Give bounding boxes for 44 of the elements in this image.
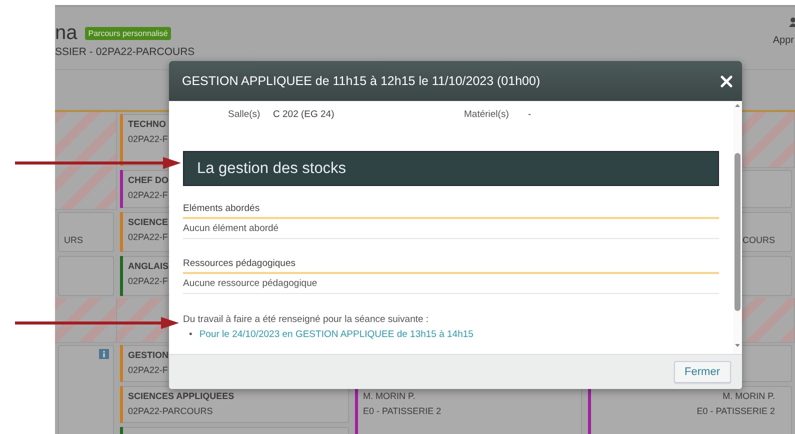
section-title: Eléments abordés — [183, 203, 719, 219]
section-value: Aucune ressource pédagogique — [183, 274, 719, 294]
person-icon[interactable] — [789, 17, 795, 27]
equipment-value: - — [528, 108, 532, 120]
section-value: Aucun élément abordé — [183, 219, 719, 239]
lesson-detail: 02PA22-F — [128, 134, 168, 144]
lesson-subject: ANGLAIS — [128, 261, 168, 271]
lesson-subject: TECHNO — [128, 119, 166, 129]
appreciation-label[interactable]: Appr — [772, 35, 794, 46]
dialog-title: GESTION APPLIQUEE de 11h15 à 12h15 le 11/10/2023 (01h00) — [182, 74, 540, 88]
student-name: na — [55, 22, 78, 44]
lesson-card[interactable]: M. MORIN P. E0 - PATISSERIE 2 — [355, 386, 582, 434]
lesson-subject: CHEF DO — [128, 175, 168, 185]
close-icon[interactable] — [720, 74, 733, 88]
lesson-detail: E0 - PATISSERIE 2 — [696, 406, 775, 416]
lesson-card[interactable]: URS — [58, 212, 114, 252]
class-label: SSIER - 02PA22-PARCOURS — [55, 46, 195, 58]
lesson-detail: COURS — [742, 235, 775, 245]
lesson-detail: E0 - PATISSERIE 2 — [363, 406, 442, 416]
lesson-card[interactable]: M. MORIN P. E0 - PATISSERIE 2 — [588, 386, 792, 434]
lesson-detail: M. MORIN P. — [722, 391, 775, 401]
section-title: Ressources pédagogiques — [183, 258, 719, 274]
equipment-label: Matériel(s) — [464, 108, 510, 120]
lesson-detail: 02PA22-PARCOURS — [128, 406, 213, 416]
lesson-detail: 02PA22-F — [128, 190, 168, 200]
homework-link[interactable]: Pour le 24/10/2023 en GESTION APPLIQUEE de 13h15 à 14h15 — [199, 329, 474, 340]
lesson-detail: 02PA22-F — [128, 232, 168, 242]
lesson-subject: SCIENCE — [128, 217, 168, 227]
lesson-detail: URS — [64, 235, 84, 245]
lesson-subject: SCIENCES APPLIQUEES — [128, 391, 234, 401]
lesson-detail: 02PA22-F — [128, 276, 168, 286]
bullet: • — [189, 329, 192, 340]
lesson-heading: La gestion des stocks — [183, 151, 719, 186]
lesson-detail: M. MORIN P. — [363, 391, 416, 401]
path-badge: Parcours personnalisé — [85, 26, 171, 40]
close-button[interactable]: Fermer — [674, 361, 731, 383]
room-label: Salle(s) — [228, 108, 262, 120]
lesson-subject: GESTION — [128, 350, 169, 360]
homework-intro: Du travail à faire a été renseigné pour la séance suivante : — [183, 314, 430, 325]
room-value: C 202 (EG 24) — [273, 108, 336, 120]
info-icon[interactable] — [99, 349, 109, 359]
lesson-card[interactable]: SCIENCES APPLIQUEES 02PA22-PARCOURS — [120, 386, 349, 423]
lesson-detail: 02PA22-F — [128, 365, 168, 375]
scrollbar[interactable] — [733, 101, 742, 355]
